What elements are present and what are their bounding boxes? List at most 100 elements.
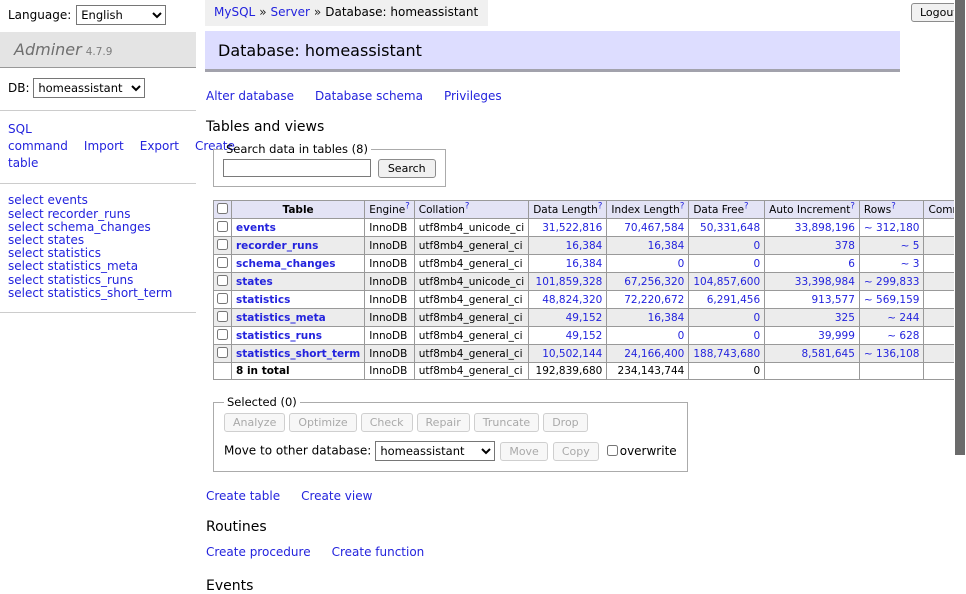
- help-icon[interactable]: ?: [598, 201, 603, 211]
- check-button[interactable]: Check: [361, 413, 413, 432]
- repair-button[interactable]: Repair: [417, 413, 470, 432]
- data-length-value[interactable]: 49,152: [566, 312, 603, 324]
- collation-cell: utf8mb4_general_ci: [414, 255, 528, 273]
- index-length-value[interactable]: 24,166,400: [624, 348, 684, 360]
- data-free-value[interactable]: 0: [753, 258, 760, 270]
- help-icon[interactable]: ?: [465, 201, 470, 211]
- copy-button[interactable]: Copy: [553, 442, 599, 461]
- database-schema-link[interactable]: Database schema: [315, 89, 423, 103]
- rows-value[interactable]: ~ 569,159: [864, 294, 920, 306]
- index-length-value[interactable]: 72,220,672: [624, 294, 684, 306]
- search-input[interactable]: [223, 159, 371, 177]
- rows-value[interactable]: ~ 5: [901, 240, 920, 252]
- sidebar-item-select-events[interactable]: select events: [8, 194, 188, 207]
- data-length-value[interactable]: 16,384: [566, 240, 603, 252]
- data-length-value[interactable]: 31,522,816: [542, 222, 602, 234]
- scrollbar-thumb[interactable]: [955, 0, 965, 455]
- analyze-button[interactable]: Analyze: [224, 413, 285, 432]
- index-length-value[interactable]: 16,384: [648, 312, 685, 324]
- select-all-checkbox[interactable]: [217, 203, 228, 214]
- breadcrumb-link-server[interactable]: Server: [271, 5, 310, 19]
- rows-value[interactable]: ~ 3: [901, 258, 920, 270]
- table-link-schema-changes[interactable]: schema_changes: [236, 258, 336, 270]
- rows-value[interactable]: ~ 312,180: [864, 222, 920, 234]
- data-length-value[interactable]: 101,859,328: [536, 276, 603, 288]
- row-checkbox[interactable]: [217, 257, 228, 268]
- table-link-statistics[interactable]: statistics: [236, 294, 290, 306]
- move-db-select[interactable]: homeassistant: [375, 441, 495, 461]
- breadcrumb-link-mysql[interactable]: MySQL: [214, 5, 255, 19]
- index-length-value[interactable]: 0: [678, 330, 685, 342]
- rows-value[interactable]: ~ 136,108: [864, 348, 920, 360]
- index-length-value[interactable]: 70,467,584: [624, 222, 684, 234]
- data-length-value[interactable]: 48,824,320: [542, 294, 602, 306]
- auto-increment-value[interactable]: 913,577: [812, 294, 855, 306]
- table-link-statistics-runs[interactable]: statistics_runs: [236, 330, 322, 342]
- row-checkbox[interactable]: [217, 293, 228, 304]
- rows-value[interactable]: ~ 244: [887, 312, 919, 324]
- data-length-value[interactable]: 16,384: [566, 258, 603, 270]
- data-free-value[interactable]: 0: [753, 240, 760, 252]
- help-icon[interactable]: ?: [891, 201, 896, 211]
- truncate-button[interactable]: Truncate: [474, 413, 539, 432]
- rows-value[interactable]: ~ 628: [887, 330, 919, 342]
- help-icon[interactable]: ?: [405, 201, 410, 211]
- row-checkbox[interactable]: [217, 221, 228, 232]
- rows-value[interactable]: ~ 299,833: [864, 276, 920, 288]
- engine-cell: InnoDB: [365, 237, 415, 255]
- auto-increment-value[interactable]: 33,898,196: [795, 222, 855, 234]
- sidebar-item-select-statistics-short-term[interactable]: select statistics_short_term: [8, 287, 188, 300]
- auto-increment-value[interactable]: 6: [848, 258, 855, 270]
- auto-increment-value[interactable]: 325: [835, 312, 855, 324]
- optimize-button[interactable]: Optimize: [289, 413, 356, 432]
- auto-increment-value[interactable]: 378: [835, 240, 855, 252]
- table-link-statistics-meta[interactable]: statistics_meta: [236, 312, 326, 324]
- language-select[interactable]: English: [76, 5, 166, 25]
- create-function-link[interactable]: Create function: [332, 545, 425, 559]
- create-table-link[interactable]: Create table: [206, 489, 280, 503]
- index-length-value[interactable]: 67,256,320: [624, 276, 684, 288]
- table-link-states[interactable]: states: [236, 276, 273, 288]
- index-length-value[interactable]: 0: [678, 258, 685, 270]
- sidebar-item-select-recorder-runs[interactable]: select recorder_runs: [8, 208, 188, 221]
- table-link-recorder-runs[interactable]: recorder_runs: [236, 240, 318, 252]
- sidebar-action-sql-command[interactable]: SQL command: [8, 122, 68, 153]
- scrollbar-track[interactable]: [954, 0, 966, 543]
- data-length-value[interactable]: 49,152: [566, 330, 603, 342]
- help-icon[interactable]: ?: [744, 201, 749, 211]
- privileges-link[interactable]: Privileges: [444, 89, 502, 103]
- row-checkbox[interactable]: [217, 275, 228, 286]
- sidebar-action-import[interactable]: Import: [84, 139, 124, 153]
- data-free-value[interactable]: 0: [753, 330, 760, 342]
- create-view-link[interactable]: Create view: [301, 489, 372, 503]
- data-free-value[interactable]: 188,743,680: [693, 348, 760, 360]
- breadcrumb-separator: »: [259, 5, 266, 19]
- table-link-statistics-short-term[interactable]: statistics_short_term: [236, 348, 360, 360]
- row-checkbox[interactable]: [217, 329, 228, 340]
- auto-increment-value[interactable]: 33,398,984: [795, 276, 855, 288]
- data-free-value[interactable]: 0: [753, 312, 760, 324]
- sidebar-item-select-statistics-runs[interactable]: select statistics_runs: [8, 274, 188, 287]
- index-length-value[interactable]: 16,384: [648, 240, 685, 252]
- data-length-value[interactable]: 10,502,144: [542, 348, 602, 360]
- overwrite-checkbox[interactable]: [607, 445, 618, 456]
- alter-database-link[interactable]: Alter database: [206, 89, 294, 103]
- create-procedure-link[interactable]: Create procedure: [206, 545, 311, 559]
- table-link-events[interactable]: events: [236, 222, 276, 234]
- row-checkbox[interactable]: [217, 239, 228, 250]
- search-button[interactable]: Search: [378, 159, 436, 178]
- row-checkbox[interactable]: [217, 311, 228, 322]
- sidebar-action-export[interactable]: Export: [140, 139, 179, 153]
- auto-increment-value[interactable]: 39,999: [818, 330, 855, 342]
- sidebar-item-select-statistics-meta[interactable]: select statistics_meta: [8, 260, 188, 273]
- auto-increment-value[interactable]: 8,581,645: [801, 348, 854, 360]
- help-icon[interactable]: ?: [680, 201, 685, 211]
- data-free-value[interactable]: 104,857,600: [693, 276, 760, 288]
- drop-button[interactable]: Drop: [543, 413, 587, 432]
- db-select[interactable]: homeassistant: [33, 78, 145, 98]
- row-checkbox[interactable]: [217, 347, 228, 358]
- move-button[interactable]: Move: [500, 442, 548, 461]
- data-free-value[interactable]: 6,291,456: [707, 294, 760, 306]
- help-icon[interactable]: ?: [850, 201, 855, 211]
- data-free-value[interactable]: 50,331,648: [700, 222, 760, 234]
